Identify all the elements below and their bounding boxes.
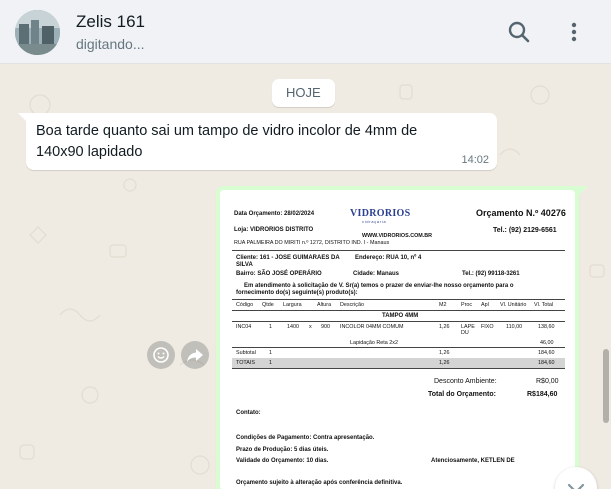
item-total: 138,60 — [538, 324, 555, 330]
menu-button[interactable] — [561, 18, 589, 46]
subtotal-qty: 1 — [269, 350, 272, 356]
incoming-message[interactable]: Boa tarde quanto sai um tampo de vidro i… — [26, 113, 497, 170]
store-address: RUA PALMEIRA DO MIRITI n.º 1272, DISTRIT… — [234, 240, 390, 246]
quote-document-image[interactable]: Data Orçamento: 28/02/2024 VIDRORIOS vid… — [220, 190, 575, 489]
col-code: Código — [236, 302, 254, 308]
quote-validity: Validade do Orçamento: 10 dias. — [236, 458, 329, 464]
col-height: Altura — [317, 302, 332, 308]
totals-qty: 1 — [269, 360, 272, 366]
search-icon — [508, 21, 530, 43]
grand-total-value: R$184,60 — [527, 391, 558, 398]
item-m2: 1,26 — [439, 324, 450, 330]
chat-header: Zelis 161 digitando... — [0, 0, 611, 64]
table-top-line — [232, 299, 565, 300]
col-proc: Proc — [461, 302, 473, 308]
item-height: 900 — [321, 324, 330, 330]
chevron-down-icon — [567, 483, 585, 489]
contact-name[interactable]: Zelis 161 — [76, 12, 145, 32]
client-name-line2: SILVA — [236, 262, 253, 268]
subtotal-label: Subtotal — [236, 350, 256, 356]
table-header-line — [232, 310, 565, 311]
contact-label: Contato: — [236, 410, 261, 416]
vidrorios-logo: VIDRORIOS — [350, 208, 411, 219]
kebab-menu-icon — [571, 22, 577, 42]
subtotal-line — [232, 347, 565, 348]
item-proc-line2: DU — [461, 330, 469, 336]
col-description: Descrição — [340, 302, 364, 308]
extra-total: 46,00 — [540, 340, 554, 346]
table-bottom-line — [232, 368, 565, 369]
store-name: Loja: VIDRORIOS DISTRITO — [234, 227, 314, 233]
col-apl: Apl — [481, 302, 489, 308]
totals-total: 184,60 — [538, 360, 555, 366]
totals-m2: 1,26 — [439, 360, 450, 366]
search-button[interactable] — [505, 18, 533, 46]
section-line — [232, 321, 565, 322]
message-time: 14:02 — [461, 154, 489, 166]
client-address: Endereço: RUA 10, nº 4 — [355, 255, 422, 261]
avatar-photo — [15, 10, 60, 55]
intro-line2: fornecimento do(s) seguinte(s) produto(s… — [236, 290, 358, 296]
react-button[interactable] — [147, 341, 175, 369]
client-phone: Tel.: (92) 99118-3261 — [462, 271, 520, 277]
client-city: Cidade: Manaus — [353, 271, 400, 277]
outgoing-image-message[interactable]: Data Orçamento: 28/02/2024 VIDRORIOS vid… — [216, 186, 579, 489]
col-unit-price: Vl. Unitário — [500, 302, 527, 308]
item-qty: 1 — [269, 324, 272, 330]
totals-row-bg — [232, 358, 565, 368]
item-unit-price: 110,00 — [506, 324, 523, 330]
date-chip: HOJE — [272, 79, 335, 107]
discount-value: R$0,00 — [536, 378, 559, 385]
col-qty: Qtde — [262, 302, 274, 308]
client-district: Bairro: SÃO JOSÉ OPERÁRIO — [236, 271, 322, 277]
quote-date: Data Orçamento: 28/02/2024 — [234, 211, 315, 217]
extra-description: Lapidação Reta 2x2 — [350, 340, 398, 346]
payment-conditions: Condições de Pagamento: Contra apresenta… — [236, 435, 375, 441]
intro-line1: Em atendimento à solicitação de V. Sr(a)… — [244, 283, 514, 289]
contact-avatar[interactable] — [15, 10, 60, 55]
subtotal-total: 184,60 — [538, 350, 555, 356]
divider — [232, 250, 565, 251]
store-website: WWW.VIDRORIOS.COM.BR — [362, 233, 433, 239]
totals-label: TOTAIS — [236, 360, 255, 366]
contact-status: digitando... — [76, 36, 145, 52]
col-width: Largura — [283, 302, 302, 308]
item-width: 1400 — [287, 324, 299, 330]
col-total: Vl. Total — [534, 302, 554, 308]
section-title: TAMPO 4MM — [382, 313, 419, 319]
quote-number: Orçamento N.º 40276 — [476, 208, 566, 218]
smiley-icon — [153, 347, 169, 363]
signature: Atenciosamente, KETLEN DE — [431, 458, 515, 464]
item-code: INC04 — [236, 324, 252, 330]
message-text: Boa tarde quanto sai um tampo de vidro i… — [36, 123, 418, 160]
discount-label: Desconto Ambiente: — [434, 378, 497, 385]
grand-total-label: Total do Orçamento: — [428, 391, 496, 398]
store-phone: Tel.: (92) 2129-6561 — [493, 227, 557, 234]
chat-scrollbar[interactable] — [603, 349, 609, 423]
item-times: x — [309, 324, 312, 330]
col-m2: M2 — [439, 302, 447, 308]
item-apl: FIXO — [481, 324, 494, 330]
subtotal-m2: 1,26 — [439, 350, 450, 356]
outgoing-bubble-tail — [578, 186, 588, 196]
scroll-to-bottom-button[interactable] — [555, 467, 597, 489]
client-name-line1: Cliente: 161 - JOSE GUIMARAES DA — [236, 255, 340, 261]
item-description: INCOLOR 04MM COMUM — [340, 324, 404, 330]
production-time: Prazo de Produção: 5 dias úteis. — [236, 447, 329, 453]
chat-panel[interactable]: HOJE Boa tarde quanto sai um tampo de vi… — [0, 65, 611, 489]
forward-button[interactable] — [181, 341, 209, 369]
footer-note: Orçamento sujeito à alteração após confe… — [236, 480, 403, 486]
logo-subtitle: vidraçaria — [362, 220, 387, 224]
forward-icon — [187, 349, 203, 362]
